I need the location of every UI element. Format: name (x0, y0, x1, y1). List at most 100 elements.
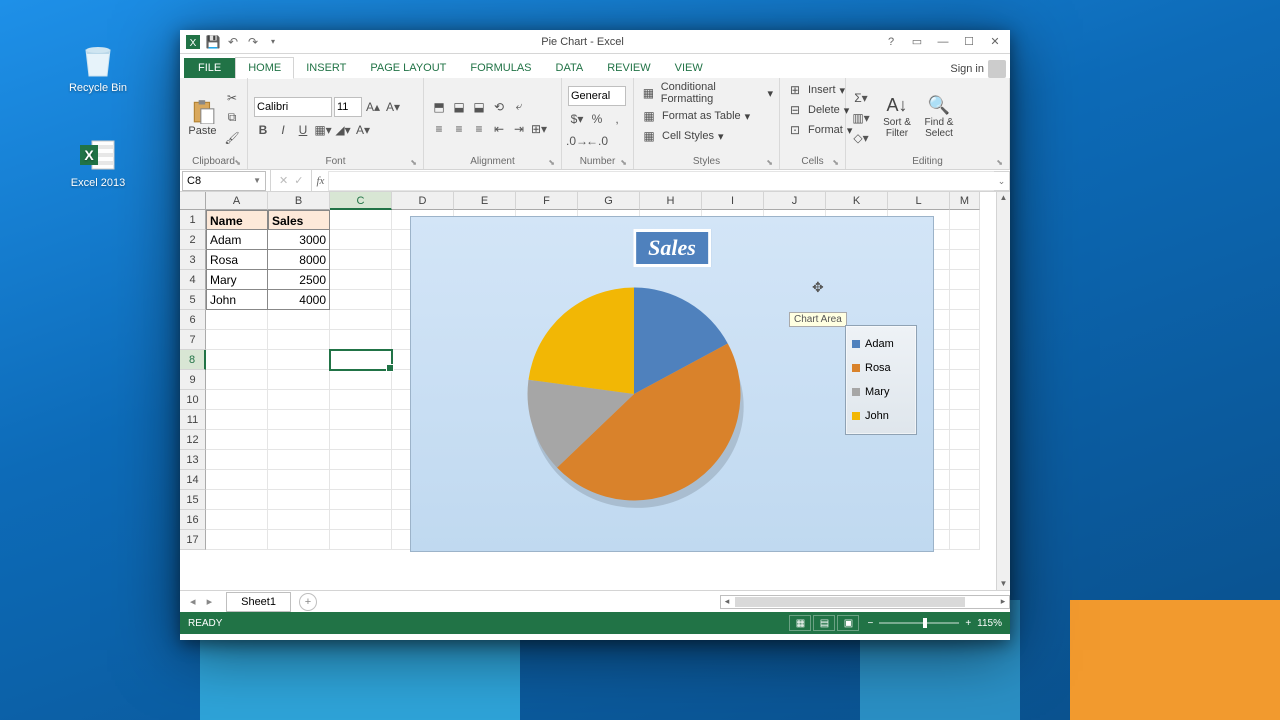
row-header[interactable]: 12 (180, 430, 206, 450)
conditional-formatting-button[interactable]: ▦Conditional Formatting ▾ (640, 81, 773, 105)
table-header-cell[interactable]: Name (206, 210, 268, 230)
minimize-button[interactable]: — (931, 33, 955, 51)
column-header[interactable]: A (206, 192, 268, 210)
cell[interactable] (950, 230, 980, 250)
cell[interactable] (206, 410, 268, 430)
sheet-tab[interactable]: Sheet1 (226, 592, 291, 612)
row-header[interactable]: 11 (180, 410, 206, 430)
cell-styles-button[interactable]: ▦Cell Styles ▾ (640, 127, 773, 145)
cell[interactable] (268, 410, 330, 430)
row-header[interactable]: 1 (180, 210, 206, 230)
row-header[interactable]: 8 (180, 350, 206, 370)
zoom-control[interactable]: − + 115% (867, 618, 1002, 629)
cell[interactable] (950, 330, 980, 350)
save-icon[interactable]: 💾 (204, 33, 222, 51)
font-color-button[interactable]: A▾ (354, 121, 372, 139)
row-header[interactable]: 4 (180, 270, 206, 290)
comma-icon[interactable]: , (608, 110, 626, 128)
font-name-combo[interactable] (254, 97, 332, 117)
redo-icon[interactable]: ↷ (244, 33, 262, 51)
column-header[interactable]: L (888, 192, 950, 210)
cell[interactable] (950, 490, 980, 510)
desktop-excel2013[interactable]: X Excel 2013 (68, 135, 128, 189)
column-header[interactable]: H (640, 192, 702, 210)
cell[interactable] (206, 350, 268, 370)
row-header[interactable]: 15 (180, 490, 206, 510)
paste-button[interactable]: Paste (186, 81, 219, 154)
cell[interactable] (950, 530, 980, 550)
qat-dropdown-icon[interactable]: ▾ (264, 33, 282, 51)
cell[interactable] (268, 370, 330, 390)
row-header[interactable]: 14 (180, 470, 206, 490)
grow-font-icon[interactable]: A▴ (364, 98, 382, 116)
column-header[interactable]: B (268, 192, 330, 210)
name-box[interactable]: C8▼ (182, 171, 266, 191)
cell[interactable] (330, 450, 392, 470)
align-center-icon[interactable]: ≡ (450, 120, 468, 138)
zoom-slider[interactable] (879, 622, 959, 624)
undo-icon[interactable]: ↶ (224, 33, 242, 51)
percent-icon[interactable]: % (588, 110, 606, 128)
cell[interactable] (268, 330, 330, 350)
chart-legend[interactable]: AdamRosaMaryJohn (845, 325, 917, 435)
cell[interactable] (950, 210, 980, 230)
formula-input[interactable] (328, 171, 994, 191)
cell[interactable] (206, 370, 268, 390)
cell[interactable] (950, 250, 980, 270)
cell[interactable] (206, 510, 268, 530)
column-header[interactable]: I (702, 192, 764, 210)
font-size-combo[interactable] (334, 97, 362, 117)
cell[interactable] (950, 510, 980, 530)
vertical-scrollbar[interactable]: ▲▼ (996, 192, 1010, 590)
active-cell[interactable] (330, 350, 392, 370)
row-header[interactable]: 13 (180, 450, 206, 470)
cell[interactable] (330, 250, 392, 270)
cell[interactable] (268, 470, 330, 490)
cell[interactable] (330, 330, 392, 350)
fill-color-button[interactable]: ◢▾ (334, 121, 352, 139)
cell[interactable] (950, 270, 980, 290)
row-header[interactable]: 3 (180, 250, 206, 270)
expand-formula-bar-icon[interactable]: ⌄ (994, 171, 1010, 191)
clear-icon[interactable]: ◇▾ (852, 129, 870, 147)
cell[interactable] (330, 410, 392, 430)
cell[interactable] (330, 210, 392, 230)
format-as-table-button[interactable]: ▦Format as Table ▾ (640, 107, 773, 125)
new-sheet-button[interactable]: + (299, 593, 317, 611)
tab-file[interactable]: FILE (184, 58, 235, 78)
cell[interactable] (268, 510, 330, 530)
cell[interactable] (950, 370, 980, 390)
column-header[interactable]: M (950, 192, 980, 210)
cell[interactable] (206, 490, 268, 510)
legend-item[interactable]: John (850, 404, 912, 428)
shrink-font-icon[interactable]: A▾ (384, 98, 402, 116)
sign-in[interactable]: Sign in (950, 60, 1006, 78)
bold-button[interactable]: B (254, 121, 272, 139)
decrease-indent-icon[interactable]: ⇤ (490, 120, 508, 138)
legend-item[interactable]: Rosa (850, 356, 912, 380)
zoom-level[interactable]: 115% (977, 618, 1002, 629)
normal-view-button[interactable]: ▦ (789, 615, 811, 631)
fill-icon[interactable]: ▥▾ (852, 109, 870, 127)
cell[interactable] (950, 390, 980, 410)
close-button[interactable]: ✕ (983, 33, 1007, 51)
cell[interactable] (950, 410, 980, 430)
desktop-recycle-bin[interactable]: Recycle Bin (68, 40, 128, 94)
cell[interactable] (268, 530, 330, 550)
enter-formula-icon[interactable]: ✓ (294, 174, 303, 187)
row-header[interactable]: 7 (180, 330, 206, 350)
cell[interactable] (330, 430, 392, 450)
cell[interactable] (330, 470, 392, 490)
row-header[interactable]: 5 (180, 290, 206, 310)
orientation-icon[interactable]: ⟲ (490, 98, 508, 116)
sort-filter-button[interactable]: A↓ Sort & Filter (878, 81, 916, 154)
tab-page-layout[interactable]: PAGE LAYOUT (358, 58, 458, 78)
cell[interactable] (206, 330, 268, 350)
tab-data[interactable]: DATA (544, 58, 596, 78)
find-select-button[interactable]: 🔍 Find & Select (920, 81, 958, 154)
table-cell[interactable]: Mary (206, 270, 268, 290)
format-cells-button[interactable]: ⊡Format ▾ (786, 121, 852, 139)
column-header[interactable]: G (578, 192, 640, 210)
wrap-text-icon[interactable]: ⤶ (510, 98, 528, 116)
row-header[interactable]: 17 (180, 530, 206, 550)
